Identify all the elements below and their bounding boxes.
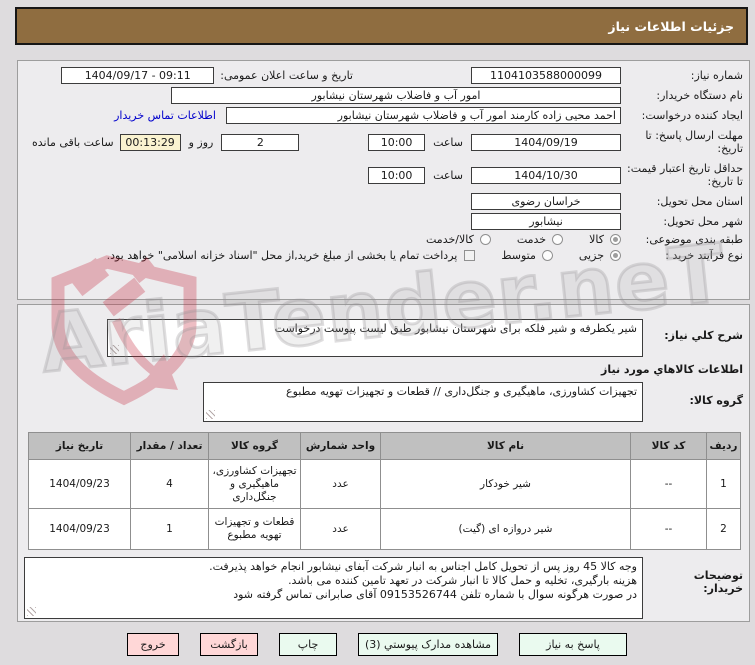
cell-row: 1 [706, 459, 741, 509]
cell-name: شیر خودکار [380, 459, 631, 509]
radio-minor[interactable] [610, 250, 621, 261]
radio-goods[interactable] [610, 234, 621, 245]
treasury-checkbox-label: پرداخت تمام یا بخشی از مبلغ خرید,از محل … [106, 249, 458, 262]
cell-code: -- [630, 459, 707, 509]
cell-group: تجهیزات کشاورزی، ماهیگیری و جنگل‌داری [208, 459, 301, 509]
process-type-label: نوع فرآیند خرید : [665, 249, 743, 262]
category-label: طبقه بندی موضوعی: [645, 233, 743, 246]
row-deadline: مهلت ارسال پاسخ: تا تاریخ: 1404/09/19 سا… [24, 127, 743, 157]
radio-medium-label: متوسط [501, 249, 536, 262]
row-creator: ایجاد کننده درخواست: احمد محیی زاده کارم… [24, 107, 743, 124]
description-label: شرح کلي نیاز: [664, 329, 743, 342]
days-remaining-field[interactable]: 2 [221, 133, 300, 151]
goods-info-panel: شرح کلي نیاز: شیر یکطرفه و شیر فلکه برای… [17, 304, 750, 622]
radio-minor-label: جزیی [578, 249, 604, 262]
view-attachments-button[interactable]: مشاهده مدارک پیوستي (3) [358, 632, 498, 656]
row-buyer-org: نام دستگاه خریدار: امور آب و فاضلاب شهرس… [24, 87, 743, 104]
buyer-remarks-label-line1: توضیحات [693, 569, 743, 582]
col-name: نام کالا [380, 432, 631, 460]
buyer-remarks-label-line2: خریدار: [703, 582, 743, 595]
cell-qty: 4 [130, 459, 209, 509]
buyer-remarks-label: توضیحات خریدار: [643, 569, 743, 595]
creator-field[interactable]: احمد محیی زاده کارمند امور آب و فاضلاب ش… [226, 107, 621, 124]
deadline-date-field[interactable]: 1404/09/19 [471, 133, 621, 151]
need-number-field[interactable]: 1104103588000099 [471, 67, 621, 84]
creator-label: ایجاد کننده درخواست: [641, 109, 743, 122]
goods-table-header-row: ردیف کد کالا نام کالا واحد شمارش گروه کا… [28, 432, 741, 460]
buyer-org-label: نام دستگاه خریدار: [656, 89, 743, 102]
radio-service-label: خدمت [516, 233, 547, 246]
table-row: 2 -- شیر دروازه ای (گیت) عدد قطعات و تجه… [28, 508, 741, 550]
row-need-number: شماره نیاز: 1104103588000099 تاریخ و ساع… [24, 67, 743, 84]
deadline-hour-label: ساعت [433, 135, 463, 149]
radio-goods-service-label: کالا/خدمت [426, 233, 474, 246]
days-label: روز و [188, 135, 214, 149]
cell-name: شیر دروازه ای (گیت) [380, 508, 631, 550]
row-description: شرح کلي نیاز: شیر یکطرفه و شیر فلکه برای… [24, 319, 743, 357]
radio-goods-label: کالا [589, 233, 604, 246]
city-label: شهر محل تحویل: [663, 215, 743, 228]
col-code: کد کالا [630, 432, 707, 460]
announce-label: تاریخ و ساعت اعلان عمومی: [220, 69, 353, 82]
col-row: ردیف [706, 432, 741, 460]
cell-code: -- [630, 508, 707, 550]
cell-unit: عدد [300, 459, 381, 509]
col-unit: واحد شمارش [300, 432, 381, 460]
col-group: گروه کالا [208, 432, 301, 460]
price-validity-time-field[interactable]: 10:00 [368, 166, 426, 184]
cell-date: 1404/09/23 [28, 459, 131, 509]
buyer-org-field[interactable]: امور آب و فاضلاب شهرستان نیشابور [171, 87, 621, 104]
radio-goods-service[interactable] [479, 234, 491, 245]
buyer-remarks-textarea[interactable]: وجه کالا 45 روز پس از تحویل کامل اجناس ب… [24, 557, 643, 619]
cell-date: 1404/09/23 [28, 508, 131, 550]
cell-group: قطعات و تجهیزات تهویه مطبوع [208, 508, 301, 550]
radio-medium[interactable] [541, 250, 553, 261]
exit-button[interactable]: خروج [127, 632, 179, 656]
row-category: طبقه بندی موضوعی: کالا خدمت کالا/خدمت [24, 233, 743, 246]
print-button[interactable]: چاپ [279, 632, 337, 656]
row-city: شهر محل تحویل: نیشابور [24, 213, 743, 230]
goods-section-title: اطلاعات کالاهاي مورد نیاز [601, 363, 743, 376]
cell-unit: عدد [300, 508, 381, 550]
need-number-label: شماره نیاز: [690, 69, 743, 82]
goods-group-textarea[interactable]: تجهیزات کشاورزی، ماهیگیری و جنگل‌داری //… [203, 382, 643, 422]
cell-qty: 1 [130, 508, 209, 550]
footer-buttons: پاسخ به نیاز مشاهده مدارک پیوستي (3) چاپ… [0, 631, 627, 657]
row-price-validity: حداقل تاریخ اعتبار قیمت: تا تاریخ: 1404/… [24, 160, 743, 190]
province-label: استان محل تحویل: [656, 195, 743, 208]
goods-group-label: گروه کالا: [689, 394, 743, 407]
announce-datetime-field[interactable]: 1404/09/17 - 09:11 [61, 67, 215, 84]
deadline-label: مهلت ارسال پاسخ: تا تاریخ: [645, 129, 743, 155]
row-process-type: نوع فرآیند خرید : جزیی متوسط پرداخت تمام… [24, 249, 743, 262]
respond-to-need-button[interactable]: پاسخ به نیاز [519, 632, 627, 656]
row-remarks: توضیحات خریدار: وجه کالا 45 روز پس از تح… [24, 557, 743, 619]
description-textarea[interactable]: شیر یکطرفه و شیر فلکه برای شهرستان نیشاب… [107, 319, 643, 357]
province-field[interactable]: خراسان رضوی [471, 193, 621, 210]
row-goods-group: گروه کالا: تجهیزات کشاورزی، ماهیگیری و ج… [24, 382, 743, 422]
back-button[interactable]: بازگشت [200, 632, 258, 656]
countdown-field[interactable]: 00:13:29 [119, 133, 181, 151]
row-province: استان محل تحویل: خراسان رضوی [24, 193, 743, 210]
need-info-panel: شماره نیاز: 1104103588000099 تاریخ و ساع… [17, 60, 750, 300]
col-date: تاریخ نیاز [28, 432, 131, 460]
price-validity-hour-label: ساعت [433, 168, 463, 182]
table-row: 1 -- شیر خودکار عدد تجهیزات کشاورزی، ماه… [28, 459, 741, 509]
buyer-contact-link[interactable]: اطلاعات تماس خریدار [114, 109, 216, 122]
col-qty: تعداد / مقدار [130, 432, 209, 460]
cell-row: 2 [706, 508, 741, 550]
goods-table: ردیف کد کالا نام کالا واحد شمارش گروه کا… [28, 432, 741, 550]
treasury-checkbox[interactable] [464, 250, 476, 261]
deadline-time-field[interactable]: 10:00 [368, 133, 426, 151]
price-validity-date-field[interactable]: 1404/10/30 [471, 166, 621, 184]
page-title-bar: جزئیات اطلاعات نیاز [15, 7, 748, 45]
radio-service[interactable] [552, 234, 564, 245]
row-goods-title: اطلاعات کالاهاي مورد نیاز [24, 363, 743, 376]
countdown-label: ساعت باقی مانده [32, 135, 114, 149]
city-field[interactable]: نیشابور [471, 213, 621, 230]
page-title: جزئیات اطلاعات نیاز [608, 18, 734, 34]
price-validity-label: حداقل تاریخ اعتبار قیمت: تا تاریخ: [627, 162, 743, 188]
